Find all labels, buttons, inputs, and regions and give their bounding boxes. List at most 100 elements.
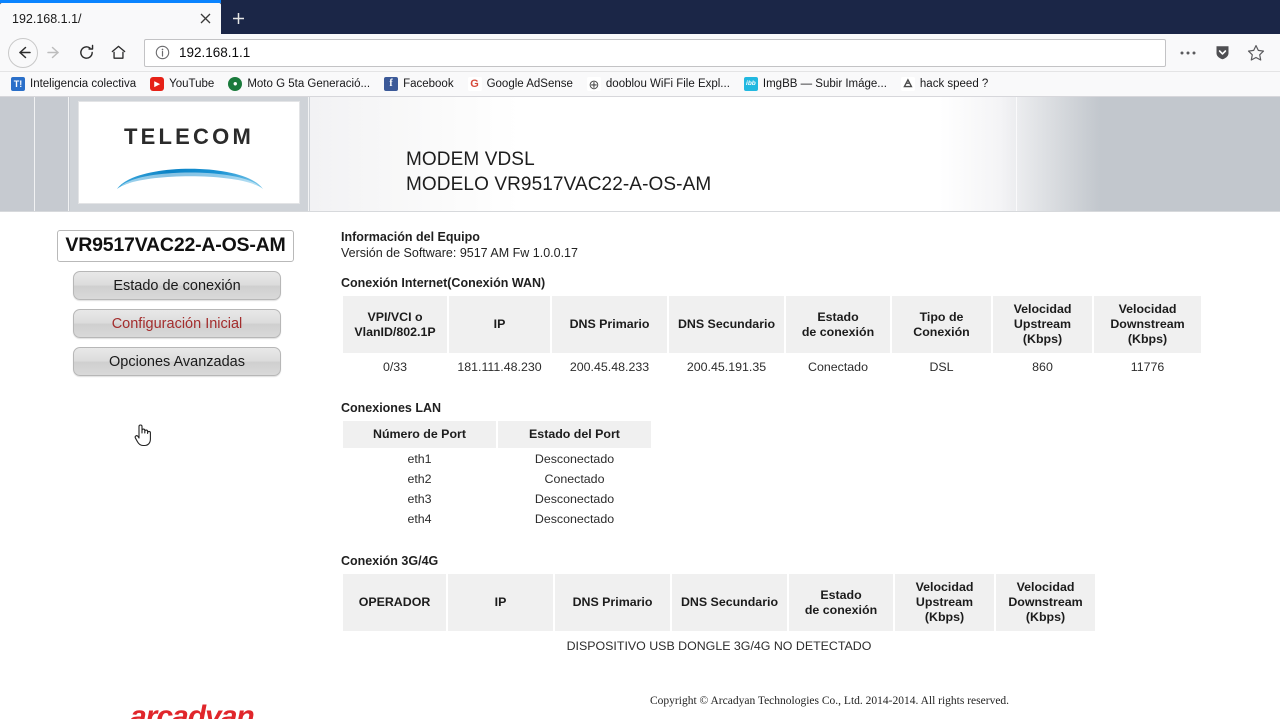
logo-wordmark: TELECOM bbox=[124, 124, 254, 149]
navigation-toolbar: 192.168.1.1 bbox=[0, 34, 1280, 72]
dolphin-icon: 🜁 bbox=[900, 77, 915, 91]
telecom-swoosh-icon bbox=[117, 168, 263, 189]
table-row: eth3 Desconectado bbox=[343, 488, 651, 508]
cell-velocidad-downstream: 11776 bbox=[1094, 353, 1201, 379]
t-badge-icon: T! bbox=[11, 77, 25, 91]
sidebar-item-label: Configuración Inicial bbox=[111, 315, 243, 332]
column-header-estado-de-conexion: Estado de conexión bbox=[789, 574, 893, 631]
table-row: eth1 Desconectado bbox=[343, 448, 651, 468]
table-row: eth4 Desconectado bbox=[343, 508, 651, 528]
browser-chrome: 192.168.1.1/ 192.168.1.1 T! Inteligencia… bbox=[0, 0, 1280, 97]
column-header-dns-secundario: DNS Secundario bbox=[669, 296, 784, 353]
column-header-tipo-de-conexion: Tipo de Conexión bbox=[892, 296, 991, 353]
column-header-ip: IP bbox=[448, 574, 553, 631]
header-title-line2: MODELO VR9517VAC22-A-OS-AM bbox=[406, 174, 712, 195]
cell-port-name: eth2 bbox=[343, 468, 496, 488]
bookmark-item[interactable]: G Google AdSense bbox=[461, 74, 580, 95]
youtube-icon: ▶ bbox=[150, 77, 165, 91]
wan-block: Conexión Internet(Conexión WAN) VPI/VCI … bbox=[341, 276, 1280, 379]
sidebar-item-opciones-avanzadas[interactable]: Opciones Avanzadas bbox=[73, 347, 281, 376]
cell-dns-primario: 200.45.48.233 bbox=[552, 353, 667, 379]
column-header-velocidad-upstream: Velocidad Upstream (Kbps) bbox=[993, 296, 1092, 353]
mobile-table: OPERADOR IP DNS Primario DNS Secundario bbox=[341, 574, 1097, 658]
cell-tipo-conexion: DSL bbox=[892, 353, 991, 379]
page-body: VR9517VAC22-A-OS-AM Estado de conexión C… bbox=[0, 212, 1280, 676]
url-text: 192.168.1.1 bbox=[179, 45, 251, 60]
column-header-estado-de-conexion: Estado de conexión bbox=[786, 296, 890, 353]
table-row: DISPOSITIVO USB DONGLE 3G/4G NO DETECTAD… bbox=[343, 631, 1095, 658]
bookmark-item[interactable]: 🜁 hack speed ? bbox=[894, 74, 995, 95]
cell-estado-conexion: Conectado bbox=[786, 353, 890, 379]
header-stripe bbox=[308, 97, 309, 211]
page-title: MODEM VDSL MODELO VR9517VAC22-A-OS-AM bbox=[406, 147, 711, 197]
cell-velocidad-upstream: 860 bbox=[993, 353, 1092, 379]
cell-port-status: Desconectado bbox=[498, 448, 651, 468]
bookmarks-bar: T! Inteligencia colectiva ▶ YouTube ● Mo… bbox=[0, 72, 1280, 97]
column-header-dns-primario: DNS Primario bbox=[555, 574, 670, 631]
header-stripe bbox=[1016, 97, 1017, 211]
mobile-block: Conexión 3G/4G OPERADOR IP DNS Primario bbox=[341, 554, 1280, 658]
globe-icon: ⊕ bbox=[586, 77, 601, 91]
sidebar-item-estado-de-conexion[interactable]: Estado de conexión bbox=[73, 271, 281, 300]
column-header-operador: OPERADOR bbox=[343, 574, 446, 631]
address-bar[interactable]: 192.168.1.1 bbox=[144, 38, 1166, 67]
cell-port-name: eth1 bbox=[343, 448, 496, 468]
star-icon[interactable] bbox=[1240, 37, 1272, 69]
new-tab-button[interactable] bbox=[221, 3, 255, 34]
table-row: 0/33 181.111.48.230 200.45.48.233 200.45… bbox=[343, 353, 1201, 379]
mobile-status-note: DISPOSITIVO USB DONGLE 3G/4G NO DETECTAD… bbox=[343, 631, 1095, 658]
column-header-velocidad-downstream: Velocidad Downstream (Kbps) bbox=[996, 574, 1095, 631]
cell-dns-secundario: 200.45.191.35 bbox=[669, 353, 784, 379]
sidebar-item-configuracion-inicial[interactable]: Configuración Inicial bbox=[73, 309, 281, 338]
sidebar-item-label: Estado de conexión bbox=[113, 277, 241, 294]
column-header-numero-de-port: Número de Port bbox=[343, 421, 496, 448]
wan-title: Conexión Internet(Conexión WAN) bbox=[341, 276, 546, 290]
info-circle-icon[interactable] bbox=[153, 44, 171, 62]
cell-vpi-vci: 0/33 bbox=[343, 353, 447, 379]
google-icon: G bbox=[467, 77, 482, 91]
ellipsis-icon[interactable] bbox=[1172, 37, 1204, 69]
reload-icon[interactable] bbox=[70, 37, 102, 69]
page-footer: arcadyan Copyright © Arcadyan Technologi… bbox=[0, 685, 1280, 719]
arcadyan-logo: arcadyan bbox=[130, 700, 254, 719]
wan-table: VPI/VCI o VlanID/802.1P IP DNS Primario D… bbox=[341, 296, 1203, 379]
copyright-text: Copyright © Arcadyan Technologies Co., L… bbox=[650, 695, 1010, 707]
main-content: Información del Equipo Versión de Softwa… bbox=[340, 230, 1280, 676]
device-info-block: Información del Equipo Versión de Softwa… bbox=[341, 230, 1280, 260]
cell-port-name: eth4 bbox=[343, 508, 496, 528]
toolbar-actions bbox=[1172, 37, 1272, 69]
close-icon[interactable] bbox=[195, 9, 215, 29]
back-arrow-icon[interactable] bbox=[8, 37, 38, 68]
shield-icon[interactable] bbox=[1206, 37, 1238, 69]
cell-port-status: Conectado bbox=[498, 468, 651, 488]
cell-port-status: Desconectado bbox=[498, 508, 651, 528]
lan-title: Conexiones LAN bbox=[341, 401, 442, 415]
model-badge: VR9517VAC22-A-OS-AM bbox=[57, 230, 294, 262]
bookmark-item[interactable]: ibb ImgBB — Subir Imáge... bbox=[737, 74, 894, 95]
site-header: TELECOM MODEM VDSL MODELO VR9517VAC22-A-… bbox=[0, 97, 1280, 212]
telecom-logo: TELECOM bbox=[78, 101, 300, 204]
header-stripe bbox=[34, 97, 35, 211]
bookmark-item[interactable]: ● Moto G 5ta Generació... bbox=[221, 74, 377, 95]
home-icon[interactable] bbox=[102, 37, 134, 69]
bookmark-label: ImgBB — Subir Imáge... bbox=[762, 78, 887, 90]
facebook-icon: f bbox=[384, 77, 399, 91]
table-header-row: VPI/VCI o VlanID/802.1P IP DNS Primario D… bbox=[343, 296, 1201, 353]
moto-icon: ● bbox=[228, 77, 243, 91]
column-header-vpi-vci: VPI/VCI o VlanID/802.1P bbox=[343, 296, 447, 353]
bookmark-label: Moto G 5ta Generació... bbox=[247, 78, 371, 90]
column-header-ip: IP bbox=[449, 296, 550, 353]
column-header-dns-primario: DNS Primario bbox=[552, 296, 667, 353]
bookmark-item[interactable]: ▶ YouTube bbox=[143, 74, 221, 95]
column-header-velocidad-downstream: Velocidad Downstream (Kbps) bbox=[1094, 296, 1201, 353]
browser-tab[interactable]: 192.168.1.1/ bbox=[0, 3, 221, 34]
forward-arrow-icon[interactable] bbox=[38, 37, 70, 69]
bookmark-label: Facebook bbox=[403, 78, 454, 90]
bookmark-item[interactable]: T! Inteligencia colectiva bbox=[4, 74, 143, 95]
header-stripe bbox=[68, 97, 69, 211]
header-title-line1: MODEM VDSL bbox=[406, 149, 535, 170]
tab-title: 192.168.1.1/ bbox=[12, 11, 82, 26]
table-header-row: OPERADOR IP DNS Primario DNS Secundario bbox=[343, 574, 1095, 631]
bookmark-item[interactable]: f Facebook bbox=[377, 74, 461, 95]
bookmark-item[interactable]: ⊕ dooblou WiFi File Expl... bbox=[580, 74, 737, 95]
